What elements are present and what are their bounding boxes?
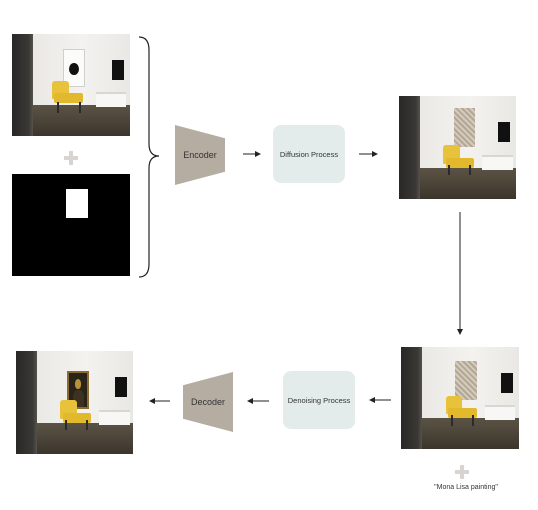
flow-arrows [149, 151, 463, 404]
